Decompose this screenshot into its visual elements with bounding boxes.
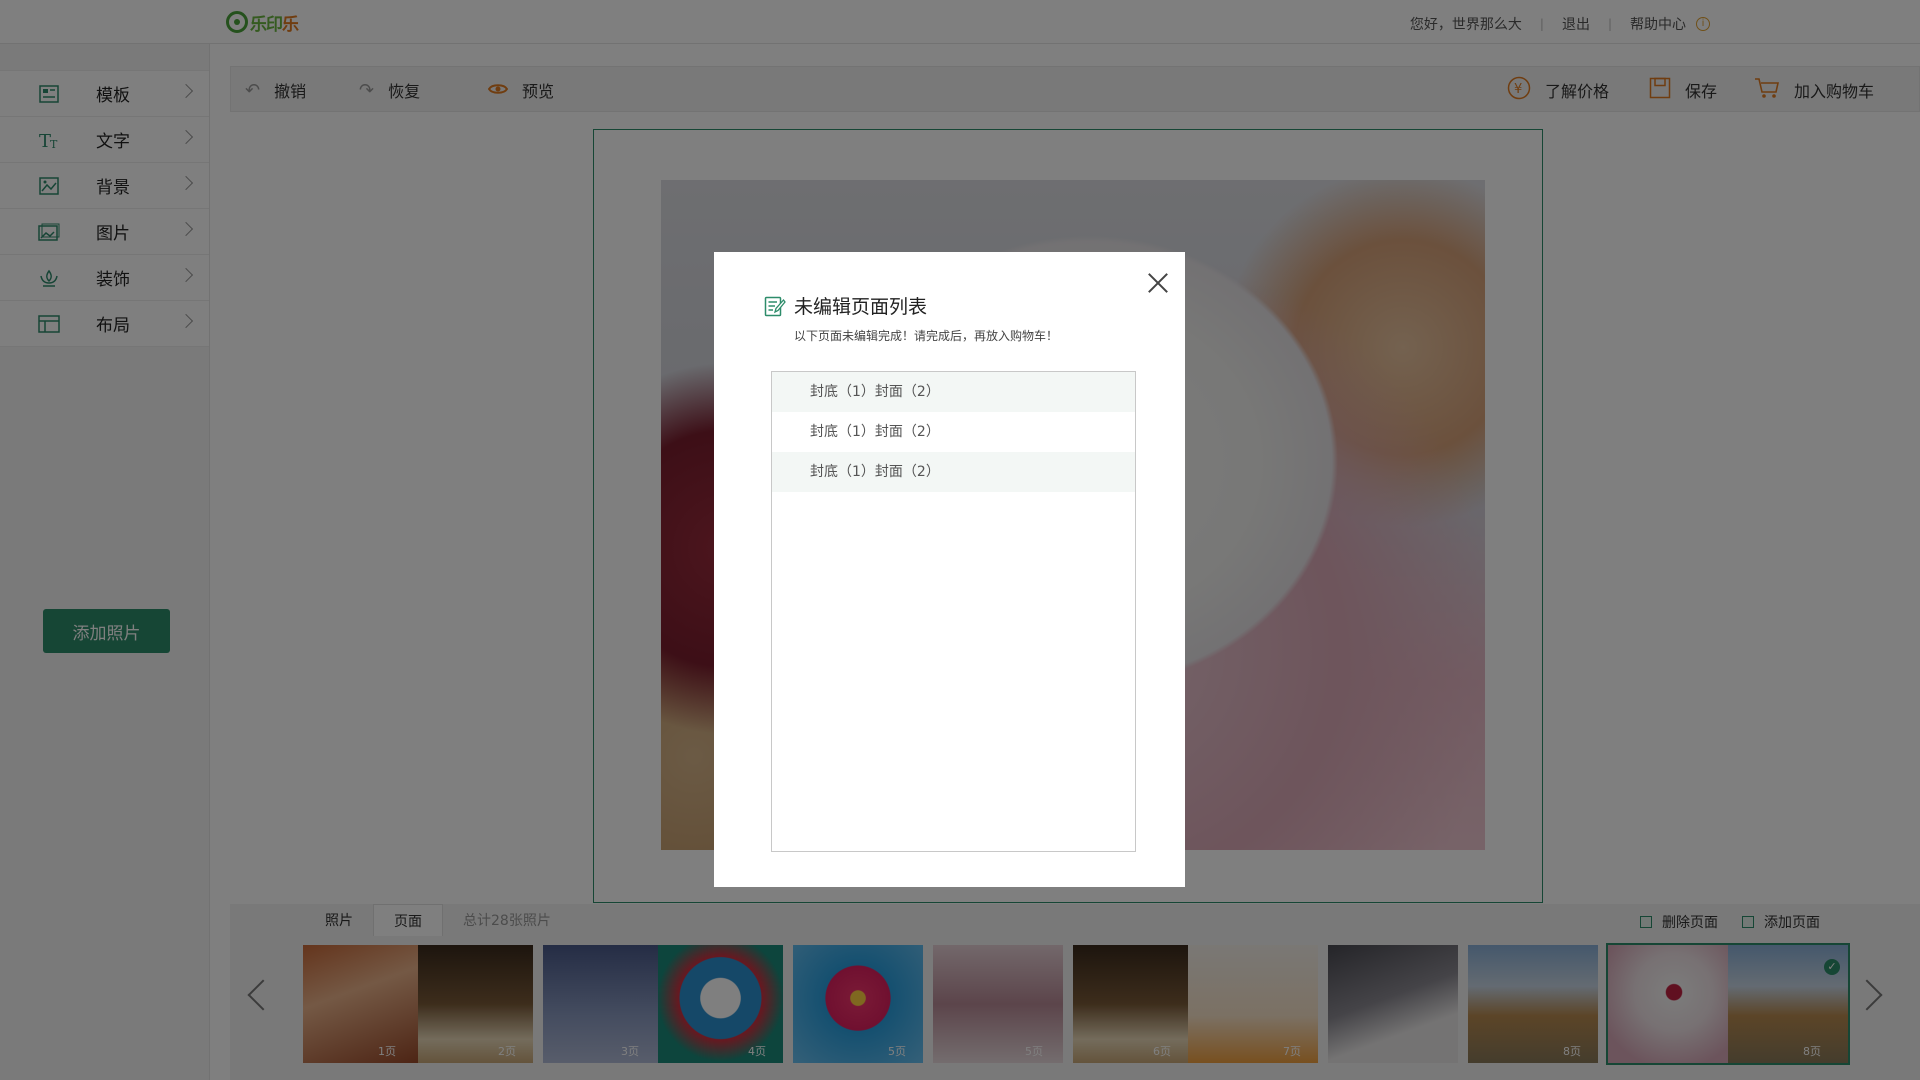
list-item[interactable]: 封底（1）封面（2） — [772, 412, 1135, 452]
list-item[interactable]: 封底（1）封面（2） — [772, 372, 1135, 412]
dialog-subtitle: 以下页面未编辑完成！请完成后，再放入购物车！ — [794, 329, 1059, 343]
close-icon[interactable] — [1143, 268, 1173, 298]
edit-list-icon — [764, 295, 786, 317]
unedited-page-list: 封底（1）封面（2） 封底（1）封面（2） 封底（1）封面（2） — [771, 371, 1136, 852]
unedited-pages-dialog: 未编辑页面列表 以下页面未编辑完成！请完成后，再放入购物车！ 封底（1）封面（2… — [714, 252, 1185, 887]
dialog-title: 未编辑页面列表 — [794, 296, 928, 318]
list-item[interactable]: 封底（1）封面（2） — [772, 452, 1135, 492]
